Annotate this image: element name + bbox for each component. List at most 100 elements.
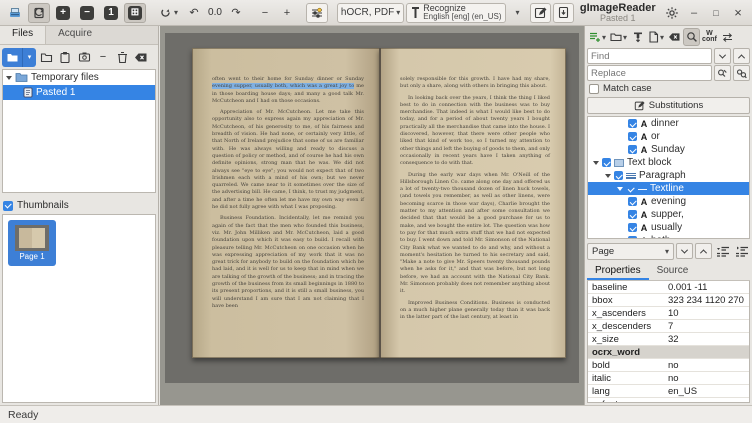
image-controls-button[interactable] [306,3,328,23]
tree-word-usually[interactable]: Ausually [588,221,749,234]
rotate-page-mode-button[interactable] [28,3,50,23]
target-select[interactable]: Page ▾ [587,243,674,260]
recognize-language-dropdown[interactable]: ▾ [508,3,528,23]
substitutions-settings-button[interactable] [719,28,736,46]
page-add-button[interactable]: + [277,3,297,23]
delete-source-button[interactable] [113,48,131,66]
match-case-checkbox[interactable] [589,84,599,94]
rotate-ccw-button[interactable]: ↶ [184,3,204,23]
clear-sources-button[interactable] [132,48,150,66]
zoom-fit-button[interactable]: ⊞ [124,3,146,23]
tree-row-text-block[interactable]: Text block [588,156,749,169]
word-checkbox[interactable] [628,210,637,219]
thumbnail-page-1[interactable]: Page 1 [8,220,56,266]
open-folder-button[interactable] [37,48,55,66]
property-row-baseline[interactable]: baseline0.001 -11 [588,281,749,294]
word-confidence-toggle[interactable]: Wconf [700,28,719,46]
remove-source-button[interactable]: − [94,48,112,66]
minimize-button[interactable]: – [684,3,704,23]
property-row-x-ascenders[interactable]: x_ascenders10 [588,307,749,320]
tree-word-dinner[interactable]: Adinner [588,117,749,130]
folder-open-icon [40,51,53,64]
zoom-original-button[interactable]: 1 [100,3,122,23]
find-input[interactable] [587,48,712,64]
export-output-button[interactable]: ▾ [646,28,666,46]
next-item-button[interactable] [676,243,693,259]
tab-acquire[interactable]: Acquire [46,26,104,44]
rotate-cw-button[interactable]: ↷ [226,3,246,23]
tree-word-evening[interactable]: Aevening [588,195,749,208]
manage-languages-button[interactable] [530,3,551,23]
insert-mode-button[interactable]: ▾ [587,28,608,46]
replace-all-button[interactable] [733,65,750,81]
open-hocr-button[interactable]: ▾ [608,28,629,46]
replace-button[interactable] [714,65,731,81]
save-hocr-button[interactable] [629,28,646,46]
document-canvas[interactable]: often went to their home for Sunday dinn… [160,26,584,405]
batch-export-button[interactable] [553,3,574,23]
window-title-block[interactable]: gImageReader Pasted 1 [576,2,660,24]
expand-all-button[interactable] [733,243,750,259]
tab-files[interactable]: Files [0,26,46,44]
substitutions-button[interactable]: Substitutions [587,97,750,114]
property-row-bold[interactable]: boldno [588,359,749,372]
recognize-button[interactable]: Recognize English [eng] (en_US) [406,3,505,23]
maximize-button[interactable]: □ [706,3,726,23]
output-mode-dropdown[interactable]: hOCR, PDF ▾ [337,3,404,23]
chevron-up-icon [700,249,707,256]
property-row-italic[interactable]: italicno [588,372,749,385]
word-checkbox[interactable] [628,119,637,128]
sources-tree: Temporary files Pasted 1 [2,69,156,193]
tab-properties[interactable]: Properties [587,263,649,280]
tree-row-paragraph[interactable]: Paragraph [588,169,749,182]
screenshot-button[interactable] [75,48,93,66]
tree-row-temporary-files[interactable]: Temporary files [3,70,155,85]
word-checkbox[interactable] [628,197,637,206]
thumbnails-checkbox[interactable] [3,201,13,211]
status-text: Ready [8,409,38,421]
selected-textline-highlight[interactable]: evening supper, usually both, which was … [212,83,354,89]
tree-word-sunday[interactable]: ASunday [588,143,749,156]
word-checkbox[interactable] [628,223,637,232]
find-next-button[interactable] [714,48,731,64]
folder-icon [15,72,28,83]
replace-input[interactable] [587,65,712,81]
find-replace-toggle[interactable] [683,28,700,46]
zoom-out-button[interactable]: − [76,3,98,23]
open-image-split-button[interactable]: ▾ [2,48,36,67]
expander-icon[interactable] [6,76,12,80]
scanner-source-button[interactable] [4,3,26,23]
prev-item-button[interactable] [695,243,712,259]
substitutions-label: Substitutions [649,100,703,111]
tree-row-pasted-1[interactable]: Pasted 1 [3,85,155,100]
clear-output-button[interactable] [666,28,683,46]
rotate-mode-dropdown[interactable]: ▾ [155,3,182,23]
book-image[interactable]: often went to their home for Sunday dinn… [192,48,566,358]
property-row-lang[interactable]: langen_US [588,385,749,398]
page-remove-button[interactable]: − [255,3,275,23]
collapse-all-button[interactable] [714,243,731,259]
expander-icon[interactable] [605,174,611,178]
word-checkbox[interactable] [628,145,637,154]
zoom-in-button[interactable]: + [52,3,74,23]
paste-button[interactable] [56,48,74,66]
property-row-x-size[interactable]: x_size32 [588,333,749,346]
expander-icon[interactable] [593,161,599,165]
word-checkbox[interactable] [628,132,637,141]
property-row-x-font[interactable]: x_font [588,398,749,403]
tab-source[interactable]: Source [649,263,697,280]
find-prev-button[interactable] [733,48,750,64]
expander-icon[interactable] [617,187,623,191]
tree-row-textline[interactable]: —Textline [588,182,749,195]
textline-checkbox[interactable] [626,184,635,193]
preferences-button[interactable] [662,3,682,23]
open-image-dropdown[interactable]: ▾ [22,48,36,67]
property-row-bbox[interactable]: bbox323 234 1120 270 [588,294,749,307]
block-checkbox[interactable] [602,158,611,167]
rotation-value[interactable]: 0.0 [206,7,224,18]
tree-word-supper[interactable]: Asupper, [588,208,749,221]
property-row-x-descenders[interactable]: x_descenders7 [588,320,749,333]
tree-word-or[interactable]: Aor [588,130,749,143]
close-button[interactable]: × [728,3,748,23]
paragraph-checkbox[interactable] [614,171,623,180]
